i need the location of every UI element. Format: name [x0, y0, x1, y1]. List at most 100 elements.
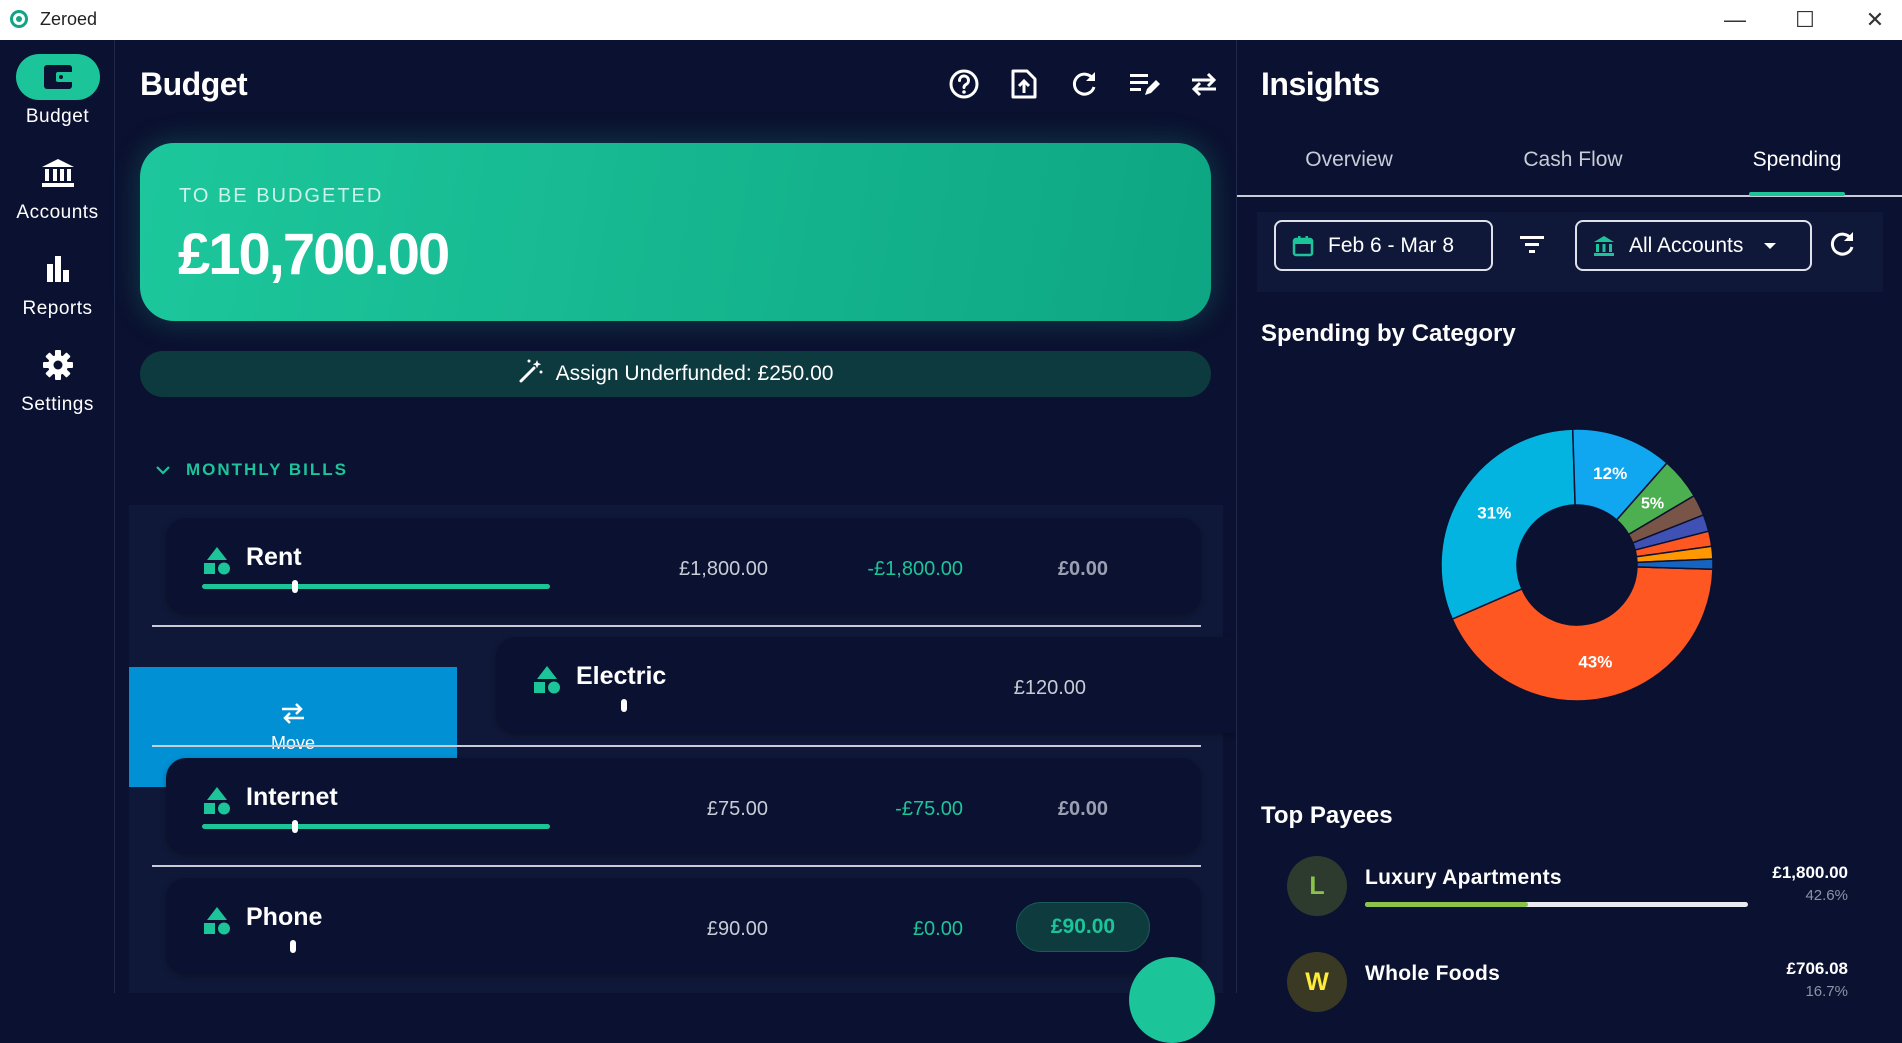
category-icon — [204, 547, 230, 575]
category-row-internet[interactable]: Internet £75.00 -£75.00 £0.00 — [166, 758, 1201, 854]
export-icon[interactable] — [1006, 66, 1042, 102]
window-title: Zeroed — [40, 9, 98, 29]
chevron-down-icon — [156, 466, 170, 475]
gear-icon — [16, 342, 100, 388]
to-be-budgeted-amount: £10,700.00 — [178, 222, 450, 287]
progress-marker — [621, 699, 627, 712]
minimize-button[interactable]: — — [1700, 0, 1770, 40]
activity-amount: -£75.00 — [895, 798, 963, 820]
swap-arrows-icon — [282, 702, 304, 724]
window-titlebar: Zeroed — ☐ ✕ — [0, 0, 1902, 40]
donut-slice[interactable] — [1440, 428, 1576, 620]
to-be-budgeted-card: TO BE BUDGETED £10,700.00 — [140, 143, 1211, 321]
donut-slice-label: 5% — [1641, 496, 1664, 513]
payee-avatar: W — [1287, 952, 1347, 1012]
swap-icon[interactable] — [1186, 66, 1222, 102]
category-name: Electric — [576, 662, 667, 690]
row-divider — [152, 625, 1201, 627]
move-action-label: Move — [270, 732, 315, 753]
sidebar: Budget Accounts Reports Settings — [0, 40, 115, 993]
insights-panel: Insights Overview Cash Flow Spending Feb… — [1236, 40, 1902, 1012]
date-range-button[interactable]: Feb 6 - Mar 8 — [1274, 220, 1493, 271]
row-divider — [152, 745, 1201, 747]
refresh-icon[interactable] — [1066, 66, 1102, 102]
category-progress-bar — [202, 580, 550, 593]
donut-slice-label: 12% — [1593, 464, 1627, 483]
available-amount-badge[interactable]: £90.00 — [1016, 902, 1150, 952]
edit-list-icon[interactable] — [1126, 66, 1162, 102]
maximize-button[interactable]: ☐ — [1770, 0, 1840, 40]
close-button[interactable]: ✕ — [1840, 0, 1902, 40]
assign-underfunded-button[interactable]: Assign Underfunded: £250.00 — [140, 351, 1211, 397]
category-icon — [204, 907, 230, 935]
available-amount[interactable]: £0.00 — [948, 798, 1108, 821]
row-divider — [152, 865, 1201, 867]
active-tab-indicator — [1749, 192, 1845, 196]
app-logo-icon — [10, 10, 28, 28]
donut-slice-label: 31% — [1477, 503, 1511, 522]
sidebar-item-label: Accounts — [16, 202, 99, 223]
bar-chart-icon — [16, 246, 100, 292]
dropdown-arrow-icon — [1764, 242, 1777, 249]
magic-wand-icon — [518, 358, 544, 390]
sidebar-item-label: Budget — [25, 106, 90, 127]
wallet-icon — [15, 54, 100, 100]
category-name: Rent — [246, 543, 302, 571]
category-row-electric[interactable]: Electric £120.00 — [496, 637, 1236, 733]
add-category-button[interactable] — [1129, 957, 1215, 1043]
payee-name: Whole Foods — [1365, 962, 1501, 985]
spending-donut-chart[interactable]: 43% 31% 12% 5% — [1437, 425, 1717, 705]
bank-icon — [16, 150, 100, 196]
insights-title: Insights — [1261, 66, 1380, 102]
budgeted-amount[interactable]: £90.00 — [608, 918, 768, 941]
category-group-header[interactable]: MONTHLY BILLS — [156, 460, 348, 480]
progress-marker — [290, 940, 296, 953]
donut-chart-svg: 43% 31% 12% 5% — [1440, 428, 1714, 702]
sidebar-item-accounts[interactable]: Accounts — [0, 150, 115, 224]
sidebar-item-label: Settings — [21, 394, 94, 415]
progress-marker — [292, 820, 298, 833]
payee-share-fill — [1365, 902, 1529, 907]
available-amount[interactable]: £0.00 — [948, 558, 1108, 581]
sidebar-item-reports[interactable]: Reports — [0, 246, 115, 320]
payee-share-bar — [1365, 902, 1748, 907]
sidebar-item-label: Reports — [22, 298, 93, 319]
refresh-icon[interactable] — [1827, 229, 1857, 264]
activity-amount: -£1,800.00 — [867, 558, 963, 580]
spending-by-category-title: Spending by Category — [1261, 320, 1516, 347]
payee-avatar: L — [1287, 856, 1347, 916]
to-be-budgeted-label: TO BE BUDGETED — [179, 185, 384, 207]
category-row-rent[interactable]: Rent £1,800.00 -£1,800.00 £0.00 — [166, 518, 1201, 614]
activity-amount: £0.00 — [912, 918, 963, 940]
category-name: Phone — [246, 903, 323, 931]
budgeted-amount[interactable]: £75.00 — [608, 798, 768, 821]
budgeted-amount[interactable]: £1,800.00 — [608, 558, 768, 581]
date-range-label: Feb 6 - Mar 8 — [1328, 233, 1455, 257]
payee-amount: £1,800.00 — [1772, 863, 1848, 882]
donut-slice-label: 43% — [1578, 652, 1612, 671]
payee-percent: 42.6% — [1805, 887, 1848, 904]
category-row-phone[interactable]: Phone £90.00 £0.00 £90.00 — [166, 878, 1201, 974]
sidebar-item-settings[interactable]: Settings — [0, 342, 115, 416]
page-title: Budget — [140, 66, 248, 102]
help-icon[interactable] — [946, 66, 982, 102]
account-filter-label: All Accounts — [1629, 233, 1744, 257]
filter-icon[interactable] — [1518, 232, 1546, 261]
category-name: Internet — [246, 783, 338, 811]
account-filter-dropdown[interactable]: All Accounts — [1575, 220, 1812, 271]
tab-overview[interactable]: Overview — [1237, 148, 1461, 172]
budget-panel: Budget TO BE BUDGETED £10,700.00 Assign … — [116, 40, 1236, 1043]
progress-marker — [292, 580, 298, 593]
assign-underfunded-label: Assign Underfunded: £250.00 — [555, 362, 834, 385]
category-icon — [534, 666, 560, 694]
tab-spending[interactable]: Spending — [1685, 148, 1902, 172]
category-icon — [204, 787, 230, 815]
category-progress-bar — [202, 820, 550, 833]
calendar-icon — [1292, 235, 1314, 256]
tab-cash-flow[interactable]: Cash Flow — [1461, 148, 1685, 172]
payee-amount: £706.08 — [1786, 959, 1848, 978]
category-group-name: MONTHLY BILLS — [186, 460, 349, 479]
top-payees-title: Top Payees — [1261, 802, 1393, 829]
sidebar-item-budget[interactable]: Budget — [0, 54, 115, 128]
budgeted-amount[interactable]: £120.00 — [926, 677, 1086, 700]
